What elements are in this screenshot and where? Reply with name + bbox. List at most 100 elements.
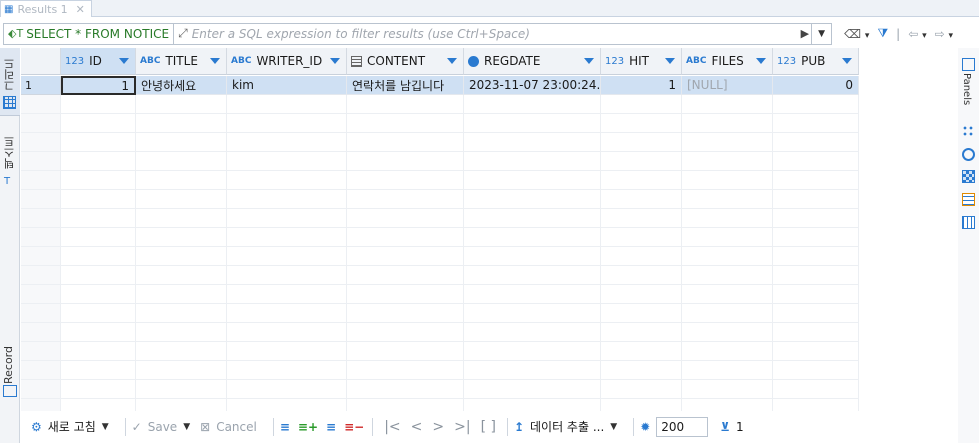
cell-content[interactable]: 연락처를 남깁니다	[347, 76, 464, 95]
value-viewer-icon[interactable]	[962, 148, 975, 161]
chevron-down-icon[interactable]	[842, 58, 852, 64]
chevron-down-icon[interactable]	[584, 58, 594, 64]
empty-cell	[136, 190, 227, 209]
empty-cell	[773, 209, 859, 228]
fetch-all-icon[interactable]: [ ]	[481, 419, 496, 435]
empty-cell	[347, 361, 464, 380]
cell-title[interactable]: 안녕하세요	[136, 76, 227, 95]
filter-input[interactable]: ⤢ Enter a SQL expression to filter resul…	[174, 22, 833, 45]
cell-id[interactable]: 1	[61, 76, 136, 95]
cell-pub[interactable]: 0	[773, 76, 859, 95]
column-header-hit[interactable]: 123 HIT	[601, 48, 682, 75]
filter-history-dropdown[interactable]: ▼	[811, 23, 831, 44]
edit-row-icon[interactable]: ≡	[280, 420, 290, 434]
column-header-regdate[interactable]: REGDATE	[464, 48, 601, 75]
empty-cell	[61, 247, 136, 266]
empty-cell	[136, 247, 227, 266]
empty-cell	[773, 247, 859, 266]
chevron-down-icon[interactable]	[210, 58, 220, 64]
cell-files[interactable]: [NULL]	[682, 76, 773, 95]
empty-cell	[61, 342, 136, 361]
cell-hit[interactable]: 1	[601, 76, 682, 95]
empty-cell	[347, 228, 464, 247]
metadata-icon[interactable]	[962, 170, 975, 183]
chevron-down-icon[interactable]	[119, 58, 129, 64]
row-number[interactable]: 1	[21, 76, 61, 95]
empty-cell	[61, 266, 136, 285]
empty-cell	[347, 190, 464, 209]
column-header-pub[interactable]: 123 PUB	[773, 48, 859, 75]
empty-cell	[682, 95, 773, 114]
expand-icon[interactable]: ⤢	[178, 26, 188, 41]
previous-page-icon[interactable]: <	[411, 419, 423, 435]
chevron-down-icon[interactable]	[447, 58, 457, 64]
fetch-size-input[interactable]: 200	[656, 416, 709, 437]
gear-icon[interactable]: ✹	[640, 420, 650, 434]
cancel-button[interactable]: ⊠ Cancel	[200, 420, 257, 434]
column-header-files[interactable]: ABC FILES	[682, 48, 773, 75]
empty-cell	[227, 361, 347, 380]
grouping-icon[interactable]	[962, 125, 975, 138]
empty-cell	[773, 114, 859, 133]
tab-results[interactable]: ▦ Results 1 ✕	[0, 0, 92, 17]
empty-cell	[601, 342, 682, 361]
empty-cell	[347, 380, 464, 399]
back-icon[interactable]: ⇦ ▾	[908, 27, 926, 41]
query-label[interactable]: ⬖T SELECT * FROM NOTICE	[3, 22, 175, 45]
empty-row-number	[21, 342, 61, 361]
empty-cell	[601, 209, 682, 228]
empty-cell	[601, 228, 682, 247]
calc-icon[interactable]	[962, 193, 975, 206]
first-page-icon[interactable]: |<	[384, 419, 400, 435]
last-page-icon[interactable]: >|	[454, 419, 470, 435]
column-header-title[interactable]: ABC TITLE	[136, 48, 227, 75]
row-count-icon[interactable]: ⊻	[720, 420, 730, 434]
chevron-down-icon[interactable]: ▼	[102, 422, 109, 432]
sql-icon: ⬖T	[8, 27, 24, 40]
empty-cell	[601, 133, 682, 152]
add-row-icon[interactable]: ≡+	[298, 420, 318, 434]
column-header-content[interactable]: CONTENT	[347, 48, 464, 75]
empty-cell	[347, 152, 464, 171]
forward-icon[interactable]: ⇨ ▾	[935, 27, 953, 41]
panels-label[interactable]: Panels	[961, 73, 972, 105]
empty-cell	[773, 399, 859, 411]
close-icon[interactable]: ✕	[76, 3, 85, 16]
grid-icon	[3, 96, 16, 109]
row-number-header[interactable]	[21, 48, 61, 75]
empty-cell	[773, 285, 859, 304]
chevron-down-icon[interactable]	[665, 58, 675, 64]
apply-filter-icon[interactable]: ▶	[801, 27, 809, 40]
panels-icon[interactable]	[962, 58, 975, 71]
empty-cell	[773, 380, 859, 399]
cell-writer-id[interactable]: kim	[227, 76, 347, 95]
text-view-label[interactable]: 텍스트	[2, 136, 18, 169]
empty-cell	[61, 323, 136, 342]
record-view-label[interactable]: Record	[2, 346, 15, 384]
cell-regdate[interactable]: 2023-11-07 23:00:24.000	[464, 76, 601, 95]
chevron-down-icon[interactable]	[330, 58, 340, 64]
copy-row-icon[interactable]: ≡	[326, 420, 336, 434]
save-button[interactable]: ✓ Save ▼	[132, 420, 190, 434]
column-header-id[interactable]: 123 ID	[61, 48, 136, 75]
chevron-down-icon[interactable]: ▼	[610, 422, 617, 432]
filter-icon[interactable]: ⧩	[877, 26, 888, 41]
number-type-icon: 123	[65, 55, 85, 67]
empty-cell	[61, 209, 136, 228]
next-page-icon[interactable]: >	[432, 419, 444, 435]
empty-cell	[464, 380, 601, 399]
empty-cell	[682, 133, 773, 152]
column-header-writer-id[interactable]: ABC WRITER_ID	[227, 48, 347, 75]
eraser-icon[interactable]: ⌫ ▾	[844, 27, 869, 41]
chevron-down-icon[interactable]	[756, 58, 766, 64]
refresh-button[interactable]: ⚙ 새로 고침 ▼	[31, 418, 109, 435]
export-button[interactable]: ↥ 데이터 추출 ... ▼	[514, 418, 617, 435]
record-icon[interactable]	[3, 385, 17, 397]
empty-row-number	[21, 285, 61, 304]
chevron-down-icon[interactable]: ▼	[183, 422, 190, 432]
empty-cell	[773, 361, 859, 380]
empty-cell	[773, 190, 859, 209]
empty-cell	[347, 247, 464, 266]
delete-row-icon[interactable]: ≡−	[344, 420, 364, 434]
references-icon[interactable]	[962, 216, 975, 229]
